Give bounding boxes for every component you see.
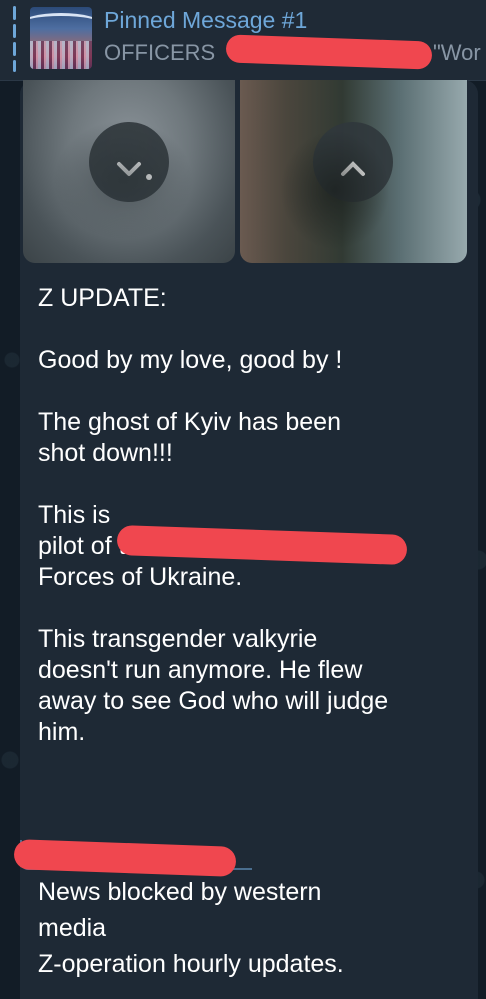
pinned-thumbnail-image[interactable] xyxy=(30,7,92,69)
message-photo-left[interactable] xyxy=(23,80,235,263)
pinned-message-bar[interactable]: Pinned Message #1 OFFICERS "Wor xyxy=(0,0,486,81)
pinned-position-indicator xyxy=(13,6,17,72)
close-icon[interactable] xyxy=(313,122,393,202)
pinned-preview-text: "Wor xyxy=(433,40,481,65)
pinned-title: Pinned Message #1 xyxy=(104,7,308,33)
message-text: Z UPDATE: Good by my love, good by ! The… xyxy=(38,284,389,746)
message-photo-right[interactable] xyxy=(240,80,467,263)
channel-signature: News blocked by western media Z-operatio… xyxy=(38,878,344,978)
redaction-mark xyxy=(225,34,433,70)
close-icon[interactable] xyxy=(89,122,169,202)
pinned-channel-name: OFFICERS xyxy=(104,40,216,65)
